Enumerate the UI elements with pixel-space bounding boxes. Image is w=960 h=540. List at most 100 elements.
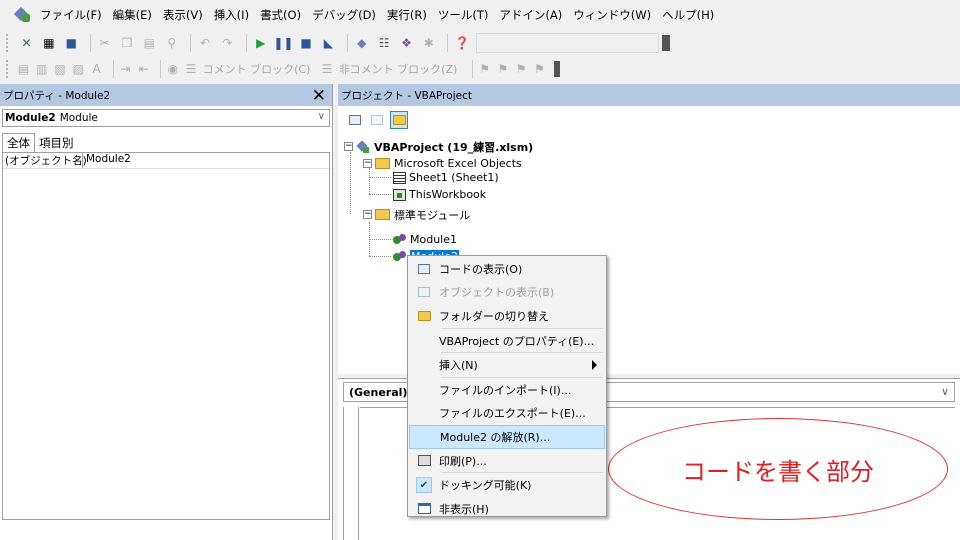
chevron-down-icon[interactable]: ∨ [941, 385, 949, 398]
procedure-combo[interactable]: ∨ [578, 382, 955, 402]
edit-toolbar: ▤ ▥ ▧ ▨ A ⇥ ⇤ ◉ ☰ コメント ブロック(C) ☰ 非コメント ブ… [0, 56, 560, 82]
paste-icon[interactable]: ▤ [141, 34, 158, 52]
collapse-icon[interactable]: − [363, 210, 372, 219]
printer-icon [417, 455, 431, 467]
clear-bookmarks-icon[interactable]: ⚑ [533, 60, 546, 78]
previous-bookmark-icon[interactable]: ⚑ [515, 60, 528, 78]
project-explorer-icon[interactable]: ◆ [353, 34, 370, 52]
menu-help[interactable]: ヘルプ(H) [662, 7, 714, 23]
uncomment-block-button[interactable]: 非コメント ブロック(Z) [339, 61, 458, 77]
comment-block-button[interactable]: コメント ブロック(C) [203, 61, 311, 77]
tree-node-vbaproject[interactable]: − VBAProject (19_練習.xlsm) [344, 138, 533, 155]
properties-window: プロパティ - Module2 ✕ Module2 Module ∨ 全体 項目… [0, 84, 333, 540]
menu-file[interactable]: ファイル(F) [40, 7, 102, 23]
toolbar-options-icon[interactable] [662, 35, 670, 51]
tree-node-module1[interactable]: Module1 [393, 231, 457, 248]
toggle-breakpoint-icon[interactable]: ◉ [166, 60, 179, 78]
toolbox-icon[interactable]: ✱ [420, 34, 437, 52]
menu-item-label: ドッキング可能(K) [439, 479, 532, 493]
tab-categorized[interactable]: 項目別 [35, 133, 78, 152]
save-icon[interactable]: ■ [63, 34, 80, 52]
toolbar-grip[interactable] [6, 60, 11, 78]
next-bookmark-icon[interactable]: ⚑ [496, 60, 509, 78]
outdent-icon[interactable]: ⇤ [137, 60, 150, 78]
tree-node-label: VBAProject (19_練習.xlsm) [374, 140, 534, 154]
menu-item-print[interactable]: 印刷(P)... [409, 449, 605, 473]
menu-addins[interactable]: アドイン(A) [499, 7, 562, 23]
close-icon[interactable]: ✕ [312, 86, 326, 106]
object-browser-icon[interactable]: ❖ [398, 34, 415, 52]
tree-node-standard-modules[interactable]: − 標準モジュール [363, 206, 470, 223]
object-selector[interactable]: Module2 Module ∨ [2, 109, 330, 127]
view-code-button[interactable] [346, 111, 364, 129]
undo-icon[interactable]: ↶ [196, 34, 213, 52]
tree-node-sheet1[interactable]: Sheet1 (Sheet1) [393, 169, 499, 186]
menu-insert[interactable]: 挿入(I) [214, 7, 249, 23]
indent-icon[interactable]: ⇥ [119, 60, 132, 78]
properties-window-icon[interactable]: ☷ [375, 34, 392, 52]
list-constants-icon[interactable]: ▥ [35, 60, 48, 78]
module-icon [393, 250, 407, 263]
menu-item-label: ファイルのインポート(I)... [439, 383, 572, 397]
object-name: Module2 [5, 112, 56, 124]
toggle-bookmark-icon[interactable]: ⚑ [478, 60, 491, 78]
menu-item-hide[interactable]: 非表示(H) [409, 497, 605, 521]
toggle-folders-button[interactable] [390, 111, 408, 129]
properties-title: プロパティ - Module2 [3, 89, 111, 102]
menu-item-dockable[interactable]: ✔ ドッキング可能(K) [409, 473, 605, 497]
quick-info-icon[interactable]: ▧ [53, 60, 66, 78]
property-value[interactable]: Module2 [83, 153, 131, 168]
menu-item-toggle-folders[interactable]: フォルダーの切り替え [409, 304, 605, 328]
menu-window[interactable]: ウィンドウ(W) [573, 7, 651, 23]
menu-item-remove-module[interactable]: Module2 の解放(R)... [409, 425, 605, 449]
run-icon[interactable]: ▶ [252, 34, 269, 52]
menu-tools[interactable]: ツール(T) [438, 7, 489, 23]
reset-icon[interactable]: ■ [297, 34, 314, 52]
collapse-icon[interactable]: − [363, 159, 372, 168]
menu-run[interactable]: 実行(R) [387, 7, 427, 23]
toolbar-grip[interactable] [6, 34, 12, 52]
menu-item-export-file[interactable]: ファイルのエクスポート(E)... [409, 402, 605, 426]
menu-item-project-properties[interactable]: VBAProject のプロパティ(E)... [409, 329, 605, 353]
table-row[interactable]: (オブジェクト名) Module2 [3, 153, 329, 169]
menu-item-view-object[interactable]: オブジェクトの表示(B) [409, 281, 605, 305]
break-icon[interactable]: ❚❚ [273, 34, 293, 52]
code-view-icon [349, 115, 361, 125]
menu-item-import-file[interactable]: ファイルのインポート(I)... [409, 378, 605, 402]
toolbar-options-icon[interactable] [554, 61, 560, 77]
menu-format[interactable]: 書式(O) [260, 7, 301, 23]
project-title: プロジェクト - VBAProject [341, 89, 472, 102]
cut-icon[interactable]: ✂ [96, 34, 113, 52]
view-object-button[interactable] [368, 111, 386, 129]
copy-icon[interactable]: ❐ [118, 34, 135, 52]
tab-alphabetic[interactable]: 全体 [2, 133, 35, 152]
redo-icon[interactable]: ↷ [219, 34, 236, 52]
find-icon[interactable]: ⚲ [163, 34, 180, 52]
insert-userform-icon[interactable]: ▦ [40, 34, 57, 52]
toolbar-separator [113, 60, 114, 78]
annotation-text: コードを書く部分 [682, 457, 874, 486]
parameter-info-icon[interactable]: ▨ [72, 60, 85, 78]
menu-item-label: オブジェクトの表示(B) [439, 286, 555, 300]
comment-block-icon[interactable]: ☰ [184, 60, 197, 78]
tree-node-label: Sheet1 (Sheet1) [409, 171, 499, 184]
design-mode-icon[interactable]: ◣ [320, 34, 337, 52]
menu-item-insert[interactable]: 挿入(N) [409, 353, 605, 377]
tree-line [369, 194, 391, 195]
chevron-down-icon[interactable]: ∨ [318, 111, 325, 122]
menu-item-view-code[interactable]: コードの表示(O) [409, 257, 605, 281]
annotation-ellipse: コードを書く部分 [608, 418, 948, 520]
complete-word-icon[interactable]: A [90, 60, 103, 78]
menu-edit[interactable]: 編集(E) [113, 7, 152, 23]
list-properties-icon[interactable]: ▤ [17, 60, 30, 78]
help-icon[interactable]: ❓ [453, 34, 470, 52]
object-view-icon [371, 115, 383, 125]
uncomment-block-icon[interactable]: ☰ [320, 60, 333, 78]
tree-node-thisworkbook[interactable]: ThisWorkbook [393, 186, 486, 203]
excel-view-icon[interactable]: ✕ [18, 34, 35, 52]
collapse-icon[interactable]: − [344, 142, 353, 151]
check-icon: ✔ [416, 477, 432, 494]
menu-debug[interactable]: デバッグ(D) [312, 7, 376, 23]
menu-view[interactable]: 表示(V) [163, 7, 203, 23]
code-margin[interactable] [343, 407, 359, 540]
